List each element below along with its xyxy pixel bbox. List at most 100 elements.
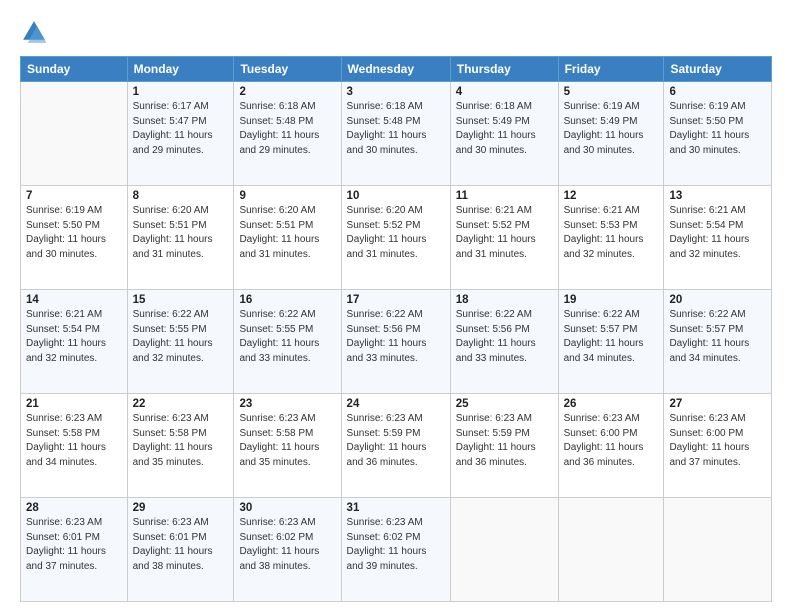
day-detail: Sunrise: 6:23 AMSunset: 6:02 PMDaylight:… <box>347 516 445 574</box>
week-row-4: 21 Sunrise: 6:23 AMSunset: 5:58 PMDayligh… <box>21 394 772 498</box>
day-detail: Sunrise: 6:22 AMSunset: 5:57 PMDaylight:… <box>564 308 659 366</box>
day-detail: Sunrise: 6:22 AMSunset: 5:56 PMDaylight:… <box>456 308 553 366</box>
day-number: 8 <box>133 190 229 202</box>
day-cell: 6 Sunrise: 6:19 AMSunset: 5:50 PMDaylight… <box>664 82 772 186</box>
day-detail: Sunrise: 6:23 AMSunset: 6:00 PMDaylight:… <box>669 412 766 470</box>
day-detail: Sunrise: 6:21 AMSunset: 5:52 PMDaylight:… <box>456 204 553 262</box>
day-number: 9 <box>239 190 335 202</box>
day-cell: 20 Sunrise: 6:22 AMSunset: 5:57 PMDayligh… <box>664 290 772 394</box>
day-detail: Sunrise: 6:23 AMSunset: 6:01 PMDaylight:… <box>133 516 229 574</box>
day-cell: 15 Sunrise: 6:22 AMSunset: 5:55 PMDayligh… <box>127 290 234 394</box>
logo-icon <box>20 18 48 46</box>
day-cell: 29 Sunrise: 6:23 AMSunset: 6:01 PMDayligh… <box>127 498 234 602</box>
day-number: 24 <box>347 398 445 410</box>
day-number: 30 <box>239 502 335 514</box>
day-cell: 14 Sunrise: 6:21 AMSunset: 5:54 PMDayligh… <box>21 290 128 394</box>
calendar-table: SundayMondayTuesdayWednesdayThursdayFrid… <box>20 56 772 602</box>
day-detail: Sunrise: 6:22 AMSunset: 5:56 PMDaylight:… <box>347 308 445 366</box>
day-detail: Sunrise: 6:21 AMSunset: 5:53 PMDaylight:… <box>564 204 659 262</box>
header-cell-thursday: Thursday <box>450 57 558 82</box>
day-number: 2 <box>239 86 335 98</box>
day-detail: Sunrise: 6:22 AMSunset: 5:57 PMDaylight:… <box>669 308 766 366</box>
day-detail: Sunrise: 6:18 AMSunset: 5:48 PMDaylight:… <box>347 100 445 158</box>
day-detail: Sunrise: 6:18 AMSunset: 5:48 PMDaylight:… <box>239 100 335 158</box>
day-cell: 19 Sunrise: 6:22 AMSunset: 5:57 PMDayligh… <box>558 290 664 394</box>
day-number: 6 <box>669 86 766 98</box>
day-number: 21 <box>26 398 122 410</box>
day-number: 20 <box>669 294 766 306</box>
day-detail: Sunrise: 6:19 AMSunset: 5:49 PMDaylight:… <box>564 100 659 158</box>
day-number: 10 <box>347 190 445 202</box>
day-cell: 28 Sunrise: 6:23 AMSunset: 6:01 PMDayligh… <box>21 498 128 602</box>
day-number: 29 <box>133 502 229 514</box>
week-row-3: 14 Sunrise: 6:21 AMSunset: 5:54 PMDayligh… <box>21 290 772 394</box>
day-cell: 31 Sunrise: 6:23 AMSunset: 6:02 PMDayligh… <box>341 498 450 602</box>
day-detail: Sunrise: 6:22 AMSunset: 5:55 PMDaylight:… <box>133 308 229 366</box>
day-number: 16 <box>239 294 335 306</box>
day-number: 1 <box>133 86 229 98</box>
day-detail: Sunrise: 6:23 AMSunset: 5:58 PMDaylight:… <box>26 412 122 470</box>
day-detail: Sunrise: 6:20 AMSunset: 5:51 PMDaylight:… <box>133 204 229 262</box>
day-number: 11 <box>456 190 553 202</box>
header-cell-tuesday: Tuesday <box>234 57 341 82</box>
day-detail: Sunrise: 6:20 AMSunset: 5:51 PMDaylight:… <box>239 204 335 262</box>
page: SundayMondayTuesdayWednesdayThursdayFrid… <box>0 0 792 612</box>
day-detail: Sunrise: 6:20 AMSunset: 5:52 PMDaylight:… <box>347 204 445 262</box>
day-number: 18 <box>456 294 553 306</box>
day-number: 25 <box>456 398 553 410</box>
day-number: 26 <box>564 398 659 410</box>
header-cell-wednesday: Wednesday <box>341 57 450 82</box>
day-detail: Sunrise: 6:17 AMSunset: 5:47 PMDaylight:… <box>133 100 229 158</box>
day-cell: 18 Sunrise: 6:22 AMSunset: 5:56 PMDayligh… <box>450 290 558 394</box>
day-number: 3 <box>347 86 445 98</box>
day-detail: Sunrise: 6:19 AMSunset: 5:50 PMDaylight:… <box>26 204 122 262</box>
logo <box>20 18 54 46</box>
day-number: 17 <box>347 294 445 306</box>
day-detail: Sunrise: 6:23 AMSunset: 6:01 PMDaylight:… <box>26 516 122 574</box>
day-detail: Sunrise: 6:21 AMSunset: 5:54 PMDaylight:… <box>26 308 122 366</box>
day-cell: 11 Sunrise: 6:21 AMSunset: 5:52 PMDayligh… <box>450 186 558 290</box>
day-cell: 23Sunrise: 6:23 AMSunset: 5:58 PMDayligh… <box>234 394 341 498</box>
header <box>20 18 772 46</box>
day-cell <box>21 82 128 186</box>
day-cell: 5Sunrise: 6:19 AMSunset: 5:49 PMDaylight… <box>558 82 664 186</box>
day-detail: Sunrise: 6:22 AMSunset: 5:55 PMDaylight:… <box>239 308 335 366</box>
day-cell: 1 Sunrise: 6:17 AMSunset: 5:47 PMDaylight… <box>127 82 234 186</box>
day-cell: 30Sunrise: 6:23 AMSunset: 6:02 PMDayligh… <box>234 498 341 602</box>
header-cell-monday: Monday <box>127 57 234 82</box>
day-number: 14 <box>26 294 122 306</box>
header-row: SundayMondayTuesdayWednesdayThursdayFrid… <box>21 57 772 82</box>
day-cell <box>450 498 558 602</box>
day-detail: Sunrise: 6:21 AMSunset: 5:54 PMDaylight:… <box>669 204 766 262</box>
day-detail: Sunrise: 6:19 AMSunset: 5:50 PMDaylight:… <box>669 100 766 158</box>
header-cell-friday: Friday <box>558 57 664 82</box>
day-cell: 26 Sunrise: 6:23 AMSunset: 6:00 PMDayligh… <box>558 394 664 498</box>
day-cell: 25Sunrise: 6:23 AMSunset: 5:59 PMDayligh… <box>450 394 558 498</box>
header-cell-saturday: Saturday <box>664 57 772 82</box>
day-detail: Sunrise: 6:23 AMSunset: 6:00 PMDaylight:… <box>564 412 659 470</box>
day-detail: Sunrise: 6:23 AMSunset: 5:58 PMDaylight:… <box>239 412 335 470</box>
day-cell: 16 Sunrise: 6:22 AMSunset: 5:55 PMDayligh… <box>234 290 341 394</box>
day-number: 7 <box>26 190 122 202</box>
day-number: 19 <box>564 294 659 306</box>
day-cell: 10 Sunrise: 6:20 AMSunset: 5:52 PMDayligh… <box>341 186 450 290</box>
day-cell: 8 Sunrise: 6:20 AMSunset: 5:51 PMDaylight… <box>127 186 234 290</box>
day-cell: 22Sunrise: 6:23 AMSunset: 5:58 PMDayligh… <box>127 394 234 498</box>
day-number: 15 <box>133 294 229 306</box>
week-row-2: 7 Sunrise: 6:19 AMSunset: 5:50 PMDaylight… <box>21 186 772 290</box>
day-number: 13 <box>669 190 766 202</box>
day-number: 31 <box>347 502 445 514</box>
day-number: 28 <box>26 502 122 514</box>
day-number: 4 <box>456 86 553 98</box>
day-cell: 3 Sunrise: 6:18 AMSunset: 5:48 PMDaylight… <box>341 82 450 186</box>
day-cell: 17 Sunrise: 6:22 AMSunset: 5:56 PMDayligh… <box>341 290 450 394</box>
week-row-5: 28 Sunrise: 6:23 AMSunset: 6:01 PMDayligh… <box>21 498 772 602</box>
day-cell: 7 Sunrise: 6:19 AMSunset: 5:50 PMDaylight… <box>21 186 128 290</box>
day-cell: 12 Sunrise: 6:21 AMSunset: 5:53 PMDayligh… <box>558 186 664 290</box>
day-number: 22 <box>133 398 229 410</box>
day-cell <box>558 498 664 602</box>
header-cell-sunday: Sunday <box>21 57 128 82</box>
day-cell: 4Sunrise: 6:18 AMSunset: 5:49 PMDaylight… <box>450 82 558 186</box>
day-number: 12 <box>564 190 659 202</box>
day-cell <box>664 498 772 602</box>
